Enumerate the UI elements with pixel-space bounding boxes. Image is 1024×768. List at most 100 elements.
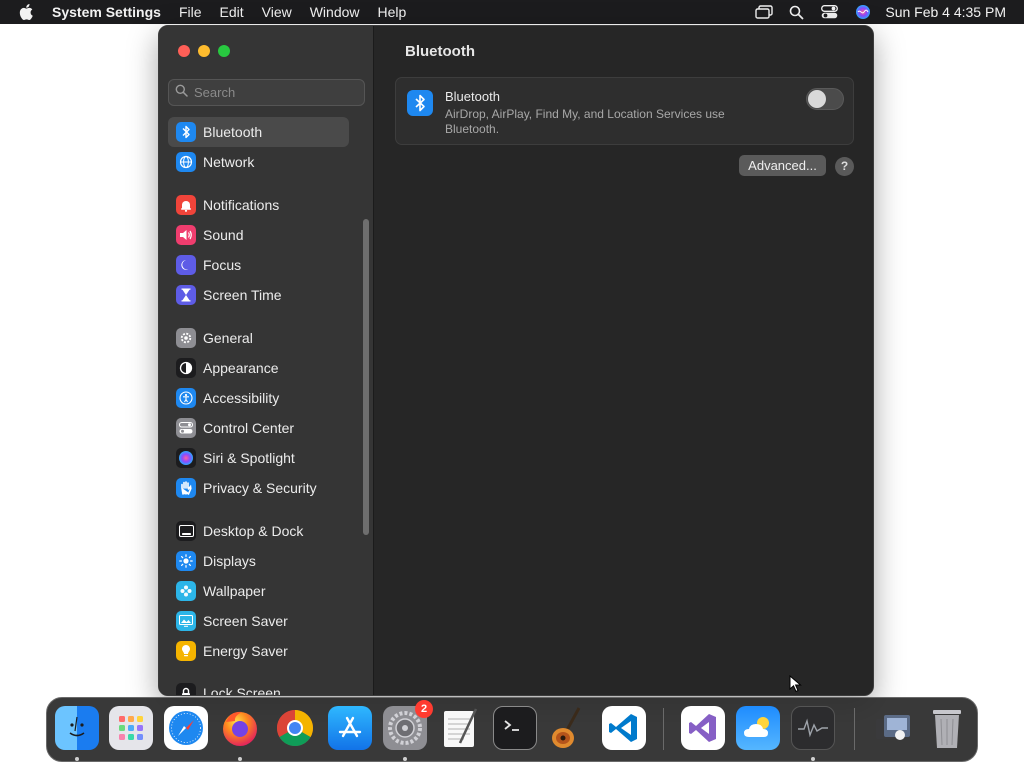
sidebar-item-label: Network: [203, 154, 255, 170]
toggles-icon: [176, 418, 196, 438]
sidebar-item-control-center[interactable]: Control Center: [168, 413, 349, 443]
dock-icon: [176, 521, 196, 541]
sidebar-item-label: Privacy & Security: [203, 480, 317, 496]
menu-app-name[interactable]: System Settings: [52, 0, 170, 24]
sidebar-item-focus[interactable]: Focus: [168, 250, 349, 280]
flower-icon: [176, 581, 196, 601]
screen-mirroring-icon[interactable]: [747, 0, 780, 24]
sidebar-item-notifications[interactable]: Notifications: [168, 190, 349, 220]
garageband-icon[interactable]: [547, 706, 591, 750]
sidebar-item-siri-spotlight[interactable]: Siri & Spotlight: [168, 443, 349, 473]
screen-saver-icon: [176, 611, 196, 631]
downloads-folder-icon[interactable]: [871, 706, 915, 750]
mouse-cursor-icon: [789, 674, 803, 698]
advanced-button[interactable]: Advanced...: [739, 155, 826, 176]
apple-menu-icon[interactable]: [0, 0, 52, 24]
sidebar-item-label: Desktop & Dock: [203, 523, 304, 539]
sidebar-item-label: Siri & Spotlight: [203, 450, 295, 466]
sidebar-item-appearance[interactable]: Appearance: [168, 353, 349, 383]
menu-file[interactable]: File: [170, 0, 211, 24]
terminal-icon[interactable]: [493, 706, 537, 750]
firefox-icon[interactable]: [218, 706, 262, 750]
sidebar-item-label: General: [203, 330, 253, 346]
sidebar-item-displays[interactable]: Displays: [168, 546, 349, 576]
bluetooth-card-title: Bluetooth: [445, 89, 500, 104]
close-window-button[interactable]: [178, 45, 190, 57]
notification-badge: 2: [415, 700, 433, 718]
visual-studio-icon[interactable]: [681, 706, 725, 750]
search-icon: [175, 84, 188, 102]
bluetooth-icon: [407, 90, 433, 116]
appearance-icon: [176, 358, 196, 378]
accessibility-icon: [176, 388, 196, 408]
menu-bar-clock[interactable]: Sun Feb 4 4:35 PM: [879, 4, 1024, 20]
bell-icon: [176, 195, 196, 215]
running-indicator: [75, 757, 79, 761]
textedit-icon[interactable]: [438, 706, 482, 750]
sidebar-item-energy-saver[interactable]: Energy Saver: [168, 636, 349, 666]
sidebar-item-sound[interactable]: Sound: [168, 220, 349, 250]
sidebar-item-network[interactable]: Network: [168, 147, 349, 177]
siri-icon[interactable]: [846, 0, 879, 24]
dock-separator: [854, 708, 855, 750]
toggle-knob: [808, 90, 826, 108]
launchpad-icon[interactable]: [109, 706, 153, 750]
page-title: Bluetooth: [405, 43, 475, 60]
window-controls: [178, 45, 230, 57]
safari-icon[interactable]: [164, 706, 208, 750]
weather-icon[interactable]: [736, 706, 780, 750]
sidebar-item-desktop-dock[interactable]: Desktop & Dock: [168, 516, 349, 546]
sidebar: Bluetooth Network Notifications: [159, 26, 374, 695]
moon-icon: [176, 255, 196, 275]
control-center-icon[interactable]: [813, 0, 846, 24]
menu-bar: System Settings File Edit View Window He…: [0, 0, 1024, 24]
sidebar-scrollbar[interactable]: [363, 219, 369, 535]
sidebar-item-accessibility[interactable]: Accessibility: [168, 383, 349, 413]
sidebar-item-screen-time[interactable]: Screen Time: [168, 280, 349, 310]
sidebar-item-label: Screen Saver: [203, 613, 288, 629]
speaker-icon: [176, 225, 196, 245]
spotlight-search-icon[interactable]: [780, 0, 813, 24]
sidebar-item-label: Accessibility: [203, 390, 280, 406]
app-store-icon[interactable]: [328, 706, 372, 750]
sidebar-item-label: Focus: [203, 257, 242, 273]
minimize-window-button[interactable]: [198, 45, 210, 57]
sidebar-item-bluetooth[interactable]: Bluetooth: [168, 117, 349, 147]
content-pane: Bluetooth Bluetooth AirDrop, AirPlay, Fi…: [375, 26, 873, 695]
sidebar-item-general[interactable]: General: [168, 323, 349, 353]
sidebar-nav-list: Bluetooth Network Notifications Sound Fo…: [168, 117, 365, 696]
help-button[interactable]: ?: [835, 157, 854, 176]
hand-icon: [176, 478, 196, 498]
sidebar-item-label: Notifications: [203, 197, 280, 213]
zoom-window-button[interactable]: [218, 45, 230, 57]
search-input[interactable]: [194, 85, 354, 100]
trash-icon[interactable]: [925, 706, 969, 750]
globe-icon: [176, 152, 196, 172]
sidebar-item-label: Lock Screen: [203, 685, 281, 696]
sidebar-item-label: Sound: [203, 227, 244, 243]
sidebar-search-box: [168, 79, 365, 106]
running-indicator: [811, 757, 815, 761]
menu-view[interactable]: View: [253, 0, 301, 24]
menu-window[interactable]: Window: [301, 0, 369, 24]
sidebar-item-privacy-security[interactable]: Privacy & Security: [168, 473, 349, 503]
running-indicator: [238, 757, 242, 761]
chrome-icon[interactable]: [273, 706, 317, 750]
vscode-icon[interactable]: [602, 706, 646, 750]
sidebar-item-label: Displays: [203, 553, 256, 569]
menu-edit[interactable]: Edit: [211, 0, 253, 24]
bluetooth-toggle[interactable]: [806, 88, 844, 110]
sidebar-item-label: Bluetooth: [203, 124, 263, 140]
activity-monitor-icon[interactable]: [791, 706, 835, 750]
lightbulb-icon: [176, 641, 196, 661]
sun-icon: [176, 551, 196, 571]
menu-help[interactable]: Help: [369, 0, 416, 24]
sidebar-item-wallpaper[interactable]: Wallpaper: [168, 576, 349, 606]
bluetooth-card-description: AirDrop, AirPlay, Find My, and Location …: [445, 107, 725, 136]
system-settings-window: Bluetooth Network Notifications: [158, 25, 874, 696]
finder-icon[interactable]: [55, 706, 99, 750]
sidebar-item-lock-screen[interactable]: Lock Screen: [168, 678, 349, 696]
system-settings-icon[interactable]: 2: [383, 700, 433, 750]
sidebar-item-screen-saver[interactable]: Screen Saver: [168, 606, 349, 636]
bluetooth-icon: [176, 122, 196, 142]
